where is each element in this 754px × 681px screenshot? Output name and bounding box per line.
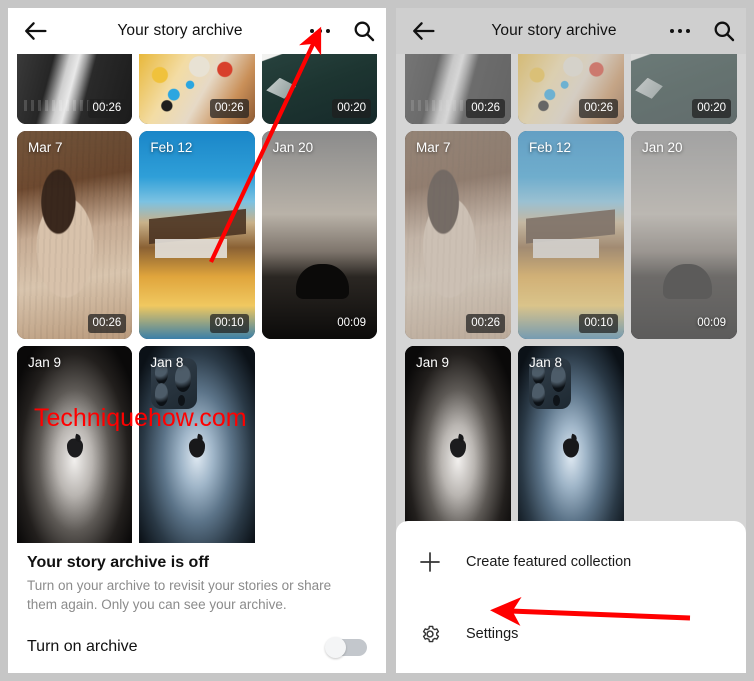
tile-date: Jan 20 [272, 140, 314, 155]
turn-on-archive-row[interactable]: Turn on archive [27, 615, 367, 673]
turn-on-archive-label: Turn on archive [27, 638, 138, 655]
tile-thumbnail [139, 131, 255, 339]
story-tile-jan-20[interactable]: Jan 20 00:09 [631, 131, 737, 339]
app-bar-dimmed: Your story archive [396, 8, 746, 54]
left-phone-screen: Your story archive 00:26 00:26 00:20 Mar… [8, 8, 386, 673]
apple-logo-icon [66, 438, 83, 458]
story-tile-jan-8[interactable]: Jan 8 [139, 346, 255, 543]
plus-icon [418, 550, 442, 574]
archive-toggle[interactable] [325, 637, 367, 658]
search-icon[interactable] [342, 20, 386, 42]
tile-duration: 00:10 [209, 313, 249, 333]
tile-date: Feb 12 [529, 140, 572, 155]
archive-description: Turn on your archive to revisit your sto… [27, 577, 332, 613]
scrim-overlay [631, 131, 737, 339]
menu-item-label: Create featured collection [466, 554, 632, 570]
story-tile-feb-12[interactable]: Feb 12 00:10 [139, 131, 255, 339]
tile-date: Jan 9 [416, 355, 450, 370]
scrim-overlay [518, 131, 624, 339]
tile-duration: 00:09 [337, 316, 366, 329]
tile-duration: 00:26 [209, 98, 249, 118]
menu-item-create-featured-collection[interactable]: Create featured collection [418, 533, 724, 591]
gear-icon [418, 622, 442, 646]
tile-thumbnail [17, 346, 133, 543]
story-tile-mar-7[interactable]: Mar 7 00:26 [17, 131, 133, 339]
tile-date: Mar 7 [28, 140, 63, 155]
story-tile-jan-9[interactable]: Jan 9 [405, 346, 511, 543]
search-icon[interactable] [702, 20, 746, 42]
right-phone-screen: Your story archive 00:26 00:26 00:20 Mar… [396, 8, 746, 673]
tile-duration: 00:26 [466, 313, 505, 333]
story-tile-jan-9[interactable]: Jan 9 [17, 346, 133, 543]
story-grid-dimmed: 00:26 00:26 00:20 Mar 7 00:26 Feb 12 00:… [396, 54, 746, 543]
tile-thumbnail [17, 131, 133, 339]
apple-logo-icon [188, 438, 205, 458]
tile-duration: 00:26 [466, 98, 505, 118]
page-title: Your story archive [117, 22, 243, 39]
story-tile-suit[interactable]: 00:26 [405, 54, 511, 124]
tile-duration: 00:26 [87, 313, 127, 333]
tile-date: Mar 7 [416, 140, 451, 155]
app-bar: Your story archive [8, 8, 386, 54]
tile-duration: 00:26 [579, 98, 618, 118]
apple-logo-icon [563, 438, 579, 458]
story-tile-feb-12[interactable]: Feb 12 00:10 [518, 131, 624, 339]
archive-footer: Your story archive is off Turn on your a… [8, 545, 386, 673]
tile-thumbnail [139, 346, 255, 543]
story-tile-mar-7[interactable]: Mar 7 00:26 [405, 131, 511, 339]
options-bottom-sheet: Create featured collection Settings [396, 521, 746, 673]
archive-status-title: Your story archive is off [27, 553, 209, 571]
tile-thumbnail [405, 346, 511, 543]
story-tile-teal[interactable]: 00:20 [261, 54, 377, 124]
screenshot-canvas: Your story archive 00:26 00:26 00:20 Mar… [0, 0, 754, 681]
tile-duration: 00:20 [332, 98, 371, 118]
back-arrow-icon[interactable] [8, 21, 62, 41]
scrim-overlay [405, 131, 511, 339]
apple-logo-icon [450, 438, 466, 458]
more-options-icon[interactable] [658, 28, 702, 34]
story-tile-suit[interactable]: 00:26 [17, 54, 133, 124]
tile-thumbnail [261, 131, 377, 339]
story-grid: 00:26 00:26 00:20 Mar 7 00:26 Feb 12 00:… [8, 54, 386, 543]
story-tile-beads[interactable]: 00:26 [518, 54, 624, 124]
tile-date: Jan 8 [529, 355, 563, 370]
more-options-icon[interactable] [298, 28, 342, 34]
tile-duration: 00:09 [697, 316, 726, 329]
menu-item-settings[interactable]: Settings [418, 605, 724, 663]
watermark: Techniquehow.com [34, 404, 247, 432]
tile-date: Feb 12 [150, 140, 193, 155]
tile-date: Jan 8 [150, 355, 184, 370]
story-tile-beads[interactable]: 00:26 [139, 54, 255, 124]
story-tile-jan-20[interactable]: Jan 20 00:09 [261, 131, 377, 339]
tile-date: Jan 20 [642, 140, 683, 155]
toggle-knob [325, 637, 346, 658]
tile-thumbnail [518, 346, 624, 543]
tile-duration: 00:10 [579, 313, 618, 333]
menu-item-label: Settings [466, 626, 519, 642]
story-tile-jan-8[interactable]: Jan 8 [518, 346, 624, 543]
tile-duration: 00:26 [87, 98, 127, 118]
story-tile-teal[interactable]: 00:20 [631, 54, 737, 124]
page-title: Your story archive [491, 22, 617, 39]
tile-duration: 00:20 [692, 98, 731, 118]
back-arrow-icon[interactable] [396, 21, 450, 41]
tile-date: Jan 9 [28, 355, 62, 370]
